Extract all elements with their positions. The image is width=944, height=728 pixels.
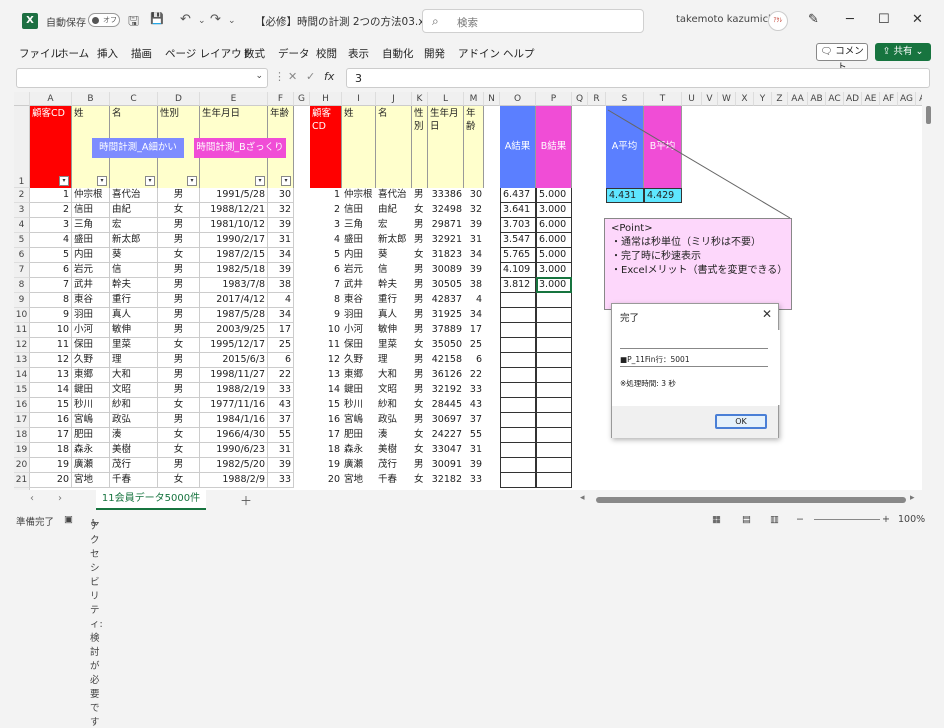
ok-button[interactable]: OK	[715, 414, 767, 429]
pen-icon[interactable]: ✎	[808, 12, 819, 27]
menu-help[interactable]: ヘルプ	[503, 46, 535, 61]
point-line-3: ・Excelメリット（書式を変更できる）	[611, 265, 788, 276]
menu-developer[interactable]: 開発	[424, 46, 445, 61]
dialog-separator-top	[620, 348, 768, 349]
comment-button[interactable]: 🗨 コメント	[816, 43, 868, 73]
undo-dropdown-icon[interactable]: ⌄	[198, 16, 206, 26]
scroll-right-icon[interactable]: ▸	[910, 493, 915, 503]
menu-file[interactable]: ファイル	[19, 46, 61, 61]
customize-quick-access-icon[interactable]: ⌄	[228, 16, 236, 26]
user-name[interactable]: takemoto kazumichi	[676, 14, 777, 25]
horizontal-scrollbar[interactable]	[596, 497, 906, 503]
name-box-dropdown-icon[interactable]: ⌄	[255, 71, 263, 81]
close-icon[interactable]: ✕	[912, 12, 923, 27]
name-box[interactable]: ⌄	[16, 68, 268, 88]
vertical-scrollbar[interactable]	[926, 106, 931, 124]
maximize-icon[interactable]: ☐	[878, 12, 890, 27]
sheet-tab[interactable]: 11会員データ5000件	[96, 490, 206, 510]
share-button[interactable]: ⇪ 共有 ⌄	[875, 43, 931, 61]
autosave-toggle[interactable]: オフ	[88, 13, 120, 27]
zoom-in-icon[interactable]: +	[882, 514, 890, 525]
autosave-label: 自動保存	[46, 18, 86, 29]
menu-insert[interactable]: 挿入	[97, 46, 118, 61]
point-callout[interactable]: <Point> ・通常は秒単位（ミリ秒は不要） ・完了時に秒速表示 ・Excel…	[604, 218, 792, 310]
spreadsheet-grid[interactable]: A B C D E F G H I J K L M N O P Q R S T U V W X Y Z AA AB AC AD AE AF AG…	[14, 92, 922, 490]
menu-page-layout[interactable]: ページ レイアウト	[165, 46, 252, 61]
prev-sheet-icon[interactable]: ‹	[30, 493, 34, 504]
dialog-separator-bottom	[620, 366, 768, 367]
dialog-line-1: ■P_11Fin行：5001	[620, 355, 690, 364]
macro-record-icon[interactable]: ▣	[64, 514, 73, 525]
undo-icon[interactable]: ↶	[180, 12, 191, 27]
formula-bar: ⌄ ⋮ ✕ ✓ fx 3	[0, 66, 944, 90]
ribbon-menu: ファイル ホーム 挿入 描画 ページ レイアウト 数式 データ 校閲 表示 自動…	[0, 42, 944, 64]
point-line-1: ・通常は秒単位（ミリ秒は不要）	[611, 237, 761, 248]
save-icon[interactable]: 🖫	[128, 12, 139, 34]
accessibility-status-text: アクセシビリティ: 検討が必要です	[90, 521, 103, 728]
add-sheet-icon[interactable]: ＋	[240, 492, 252, 509]
dialog-footer: OK	[612, 406, 778, 438]
excel-app-icon: X	[22, 13, 38, 29]
point-line-2: ・完了時に秒速表示	[611, 251, 701, 262]
search-box[interactable]: ⌕ 検索	[422, 9, 644, 33]
dialog-title: 完了	[620, 313, 640, 324]
search-icon: ⌕	[432, 14, 439, 28]
document-title-text: 【必修】時間の計測 2つの方法03.xlsm	[255, 16, 444, 28]
page-break-view-icon[interactable]: ▥	[770, 514, 779, 525]
redo-icon[interactable]: ↷	[210, 12, 221, 27]
sheet-tabs-bar: ‹ › 11会員データ5000件 ＋ ◂ ▸	[0, 490, 944, 510]
menu-view[interactable]: 表示	[348, 46, 369, 61]
avatar[interactable]: ｱｸﾚ	[768, 11, 788, 31]
enter-icon[interactable]: ✓	[306, 70, 315, 83]
menu-formulas[interactable]: 数式	[244, 46, 265, 61]
completion-dialog[interactable]: 完了 ✕ ■P_11Fin行：5001 ※処理時間: 3 秒 OK	[611, 303, 780, 438]
status-ready: 準備完了	[16, 517, 55, 528]
scroll-left-icon[interactable]: ◂	[580, 493, 585, 503]
cancel-icon[interactable]: ✕	[288, 70, 297, 83]
normal-view-icon[interactable]: ▦	[712, 514, 721, 525]
zoom-slider[interactable]	[814, 519, 880, 520]
page-layout-view-icon[interactable]: ▤	[742, 514, 751, 525]
insert-function-icon[interactable]: fx	[324, 70, 334, 83]
status-bar: 準備完了 ▣ ♿︎ アクセシビリティ: 検討が必要です ▦ ▤ ▥ − + 10…	[0, 510, 944, 728]
dialog-close-icon[interactable]: ✕	[762, 307, 772, 321]
next-sheet-icon[interactable]: ›	[58, 493, 62, 504]
more-options-icon[interactable]: ⋮	[274, 70, 285, 83]
point-title: <Point>	[611, 223, 653, 234]
menu-addins[interactable]: アドイン	[458, 46, 500, 61]
search-placeholder: 検索	[457, 17, 478, 29]
formula-value: 3	[355, 72, 362, 85]
menu-automate[interactable]: 自動化	[382, 46, 414, 61]
menu-home[interactable]: ホーム	[58, 46, 89, 61]
zoom-level[interactable]: 100%	[898, 514, 925, 525]
zoom-out-icon[interactable]: −	[796, 514, 804, 525]
formula-input[interactable]: 3	[346, 68, 930, 88]
share-button-label: 共有	[893, 46, 913, 57]
menu-data[interactable]: データ	[278, 46, 310, 61]
menu-draw[interactable]: 描画	[131, 46, 152, 61]
dialog-body: ■P_11Fin行：5001 ※処理時間: 3 秒	[612, 330, 780, 405]
save-icon-2[interactable]: 💾	[150, 12, 164, 25]
title-bar: X 自動保存 オフ 🖫 💾 ↶ ⌄ ↷ ⌄ 【必修】時間の計測 2つの方法03.…	[0, 0, 944, 42]
minimize-icon[interactable]: ─	[846, 12, 854, 27]
menu-review[interactable]: 校閲	[316, 46, 337, 61]
dialog-line-2: ※処理時間: 3 秒	[620, 379, 676, 388]
